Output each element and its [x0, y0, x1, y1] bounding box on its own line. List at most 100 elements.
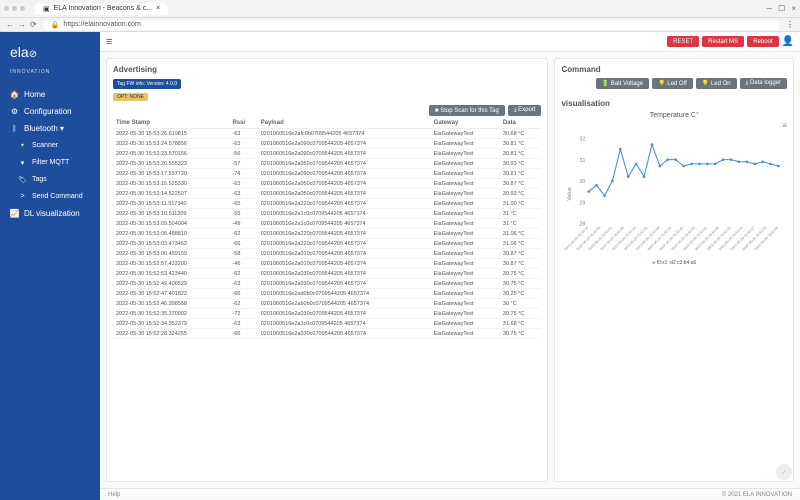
window-controls: ─ ☐ ×	[766, 4, 796, 13]
table-row[interactable]: 2022-05-30 15:53:03.473462-660201060516e…	[113, 239, 541, 249]
sidebar-item-label: Home	[24, 90, 45, 99]
led-off-button[interactable]: 💡 Led Off	[652, 78, 693, 89]
table-row[interactable]: 2022-05-30 15:53:09.504004-490201060516e…	[113, 219, 541, 229]
command-panel: Command 🔋 Batt Voltage 💡 Led Off 💡 Led O…	[554, 58, 794, 482]
svg-text:30: 30	[580, 179, 586, 185]
fw-info-badge: Tag FW info: Version: 4.0.0	[113, 79, 181, 89]
home-icon: 🏠	[10, 90, 19, 99]
send-command-icon: >	[18, 192, 27, 201]
help-link[interactable]: Help	[108, 492, 120, 498]
sidebar-item-tags[interactable]: 🏷 Tags	[0, 171, 100, 188]
svg-text:31: 31	[580, 158, 586, 164]
browser-tab-bar: ▣ ELA Innovation - Beacons & c... × ─ ☐ …	[0, 0, 800, 18]
stop-scan-button[interactable]: ■ Stop Scan for this Tag	[429, 105, 505, 116]
sidebar-item-scanner[interactable]: ⭑ Scanner	[0, 137, 100, 154]
sidebar: ela⊘ INNOVATION 🏠 Home ⚙ Configuration ᛒ Blue…	[0, 32, 100, 500]
configuration-icon: ⚙	[10, 107, 19, 116]
menu-icon[interactable]: ≡	[106, 36, 112, 48]
sidebar-item-configuration[interactable]: ⚙ Configuration	[0, 103, 100, 120]
col-timestamp: Time Stamp	[113, 118, 229, 129]
sidebar-item-send-command[interactable]: > Send Command	[0, 188, 100, 205]
advertising-table: Time Stamp Rssi Payload Gateway Data 202…	[113, 118, 541, 339]
table-row[interactable]: 2022-05-30 15:52:34.352379-630201060516e…	[113, 319, 541, 329]
tab-title: ELA Innovation - Beacons & c...	[54, 5, 152, 12]
chart-legend: ● f0:x1 :d2:c3:b4:a5	[561, 260, 787, 266]
col-gateway: Gateway	[431, 118, 500, 129]
topbar: ≡ RESET Restart MS Reboot 👤	[100, 32, 800, 52]
forward-icon[interactable]: →	[18, 20, 26, 29]
minimize-icon[interactable]: ─	[766, 4, 772, 13]
url-input[interactable]: 🔒 https://elainnovation.com	[43, 20, 780, 30]
browser-address-bar: ← → ⟳ 🔒 https://elainnovation.com ⋮	[0, 18, 800, 32]
reset-button[interactable]: RESET	[667, 36, 699, 47]
table-row[interactable]: 2022-05-30 15:53:26.619815-630201060516e…	[113, 129, 541, 139]
reload-icon[interactable]: ⟳	[30, 20, 37, 29]
data-logger-button[interactable]: ⤓ Data logger	[740, 78, 787, 89]
dl-visualization-icon: 📈	[10, 209, 19, 218]
tags-icon: 🏷	[18, 175, 27, 184]
footer: Help © 2021 ELA INNOVATION	[100, 488, 800, 500]
browser-tab[interactable]: ▣ ELA Innovation - Beacons & c... ×	[35, 3, 168, 15]
close-tab-icon[interactable]: ×	[156, 5, 160, 12]
table-row[interactable]: 2022-05-30 15:52:57.433200-460201060516e…	[113, 259, 541, 269]
table-row[interactable]: 2022-05-30 15:52:53.423440-620201060516e…	[113, 269, 541, 279]
table-row[interactable]: 2022-05-30 15:53:06.488810-620201060516e…	[113, 229, 541, 239]
scanner-icon: ⭑	[18, 141, 27, 150]
copyright: © 2021 ELA INNOVATION	[722, 492, 792, 498]
table-row[interactable]: 2022-05-30 15:52:49.406529-630201060516e…	[113, 279, 541, 289]
filter-mqtt-icon: ▾	[18, 158, 27, 167]
advertising-title: Advertising	[113, 65, 541, 74]
advertising-panel: Advertising Tag FW info: Version: 4.0.0 …	[106, 58, 548, 482]
sidebar-item-bluetooth-[interactable]: ᛒ Bluetooth ▾	[0, 120, 100, 137]
sidebar-item-dl-visualization[interactable]: 📈 DL visualization	[0, 205, 100, 222]
table-row[interactable]: 2022-05-30 15:53:23.570156-560201060516e…	[113, 149, 541, 159]
table-row[interactable]: 2022-05-30 15:53:17.537720-740201060516e…	[113, 169, 541, 179]
temperature-chart: 2829303132Value2022-05-30 15:49:152022-0…	[561, 134, 787, 254]
svg-text:Value: Value	[568, 187, 574, 201]
led-on-button[interactable]: 💡 Led On	[696, 78, 737, 89]
col-payload: Payload	[258, 118, 431, 129]
bluetooth--icon: ᛒ	[10, 124, 19, 133]
table-row[interactable]: 2022-05-30 15:52:35.370002-720201060516e…	[113, 309, 541, 319]
back-icon[interactable]: ←	[6, 20, 14, 29]
table-row[interactable]: 2022-05-30 15:52:46.398558-620201060516e…	[113, 299, 541, 309]
brand-logo: ela⊘ INNOVATION	[0, 40, 100, 86]
maximize-icon[interactable]: ☐	[778, 4, 785, 13]
col-data: Data	[500, 118, 542, 129]
batt-voltage-button[interactable]: 🔋 Batt Voltage	[596, 78, 650, 89]
restart-button[interactable]: Restart MS	[702, 36, 744, 47]
user-icon[interactable]: 👤	[782, 36, 794, 47]
table-row[interactable]: 2022-05-30 15:53:10.511209-550201060516e…	[113, 209, 541, 219]
reboot-button[interactable]: Reboot	[747, 36, 778, 47]
table-row[interactable]: 2022-05-30 15:52:47.401822-660201060516e…	[113, 289, 541, 299]
chat-fab[interactable]: ✓	[776, 464, 792, 480]
sidebar-item-label: Tags	[32, 176, 47, 183]
svg-text:2022-05-30 15:53:26: 2022-05-30 15:53:26	[754, 226, 780, 252]
table-row[interactable]: 2022-05-30 15:53:00.459159-580201060516e…	[113, 249, 541, 259]
sidebar-item-label: Configuration	[24, 107, 72, 116]
opt-badge: OPT: NONE	[113, 93, 148, 101]
table-row[interactable]: 2022-05-30 15:53:20.555323-570201060516e…	[113, 159, 541, 169]
close-window-icon[interactable]: ×	[791, 4, 796, 13]
table-row[interactable]: 2022-05-30 15:52:28.324255-660201060516e…	[113, 329, 541, 339]
visualisation-title: visualisation	[561, 99, 787, 108]
sidebar-item-label: Scanner	[32, 142, 58, 149]
window-dots	[4, 6, 25, 11]
sidebar-item-label: Filter MQTT	[32, 159, 69, 166]
table-row[interactable]: 2022-05-30 15:53:14.522507-630201060516e…	[113, 189, 541, 199]
export-button[interactable]: ⤓ Export	[508, 105, 542, 116]
sidebar-item-label: DL visualization	[24, 209, 80, 218]
table-row[interactable]: 2022-05-30 15:53:11.517340-650201060516e…	[113, 199, 541, 209]
sidebar-item-label: Bluetooth ▾	[24, 124, 64, 133]
sidebar-item-label: Send Command	[32, 193, 83, 200]
sidebar-item-filter-mqtt[interactable]: ▾ Filter MQTT	[0, 154, 100, 171]
chart-menu-icon[interactable]: ≡	[561, 121, 787, 130]
tab-favicon: ▣	[43, 5, 50, 13]
sidebar-item-home[interactable]: 🏠 Home	[0, 86, 100, 103]
table-row[interactable]: 2022-05-30 15:53:15.525330-630201060516e…	[113, 179, 541, 189]
chart-title: Temperature C°	[561, 112, 787, 119]
lock-icon: 🔒	[51, 21, 60, 29]
table-row[interactable]: 2022-05-30 15:53:24.578856-630201060516e…	[113, 139, 541, 149]
url-text: https://elainnovation.com	[63, 21, 140, 28]
browser-more-icon[interactable]: ⋮	[786, 20, 794, 29]
